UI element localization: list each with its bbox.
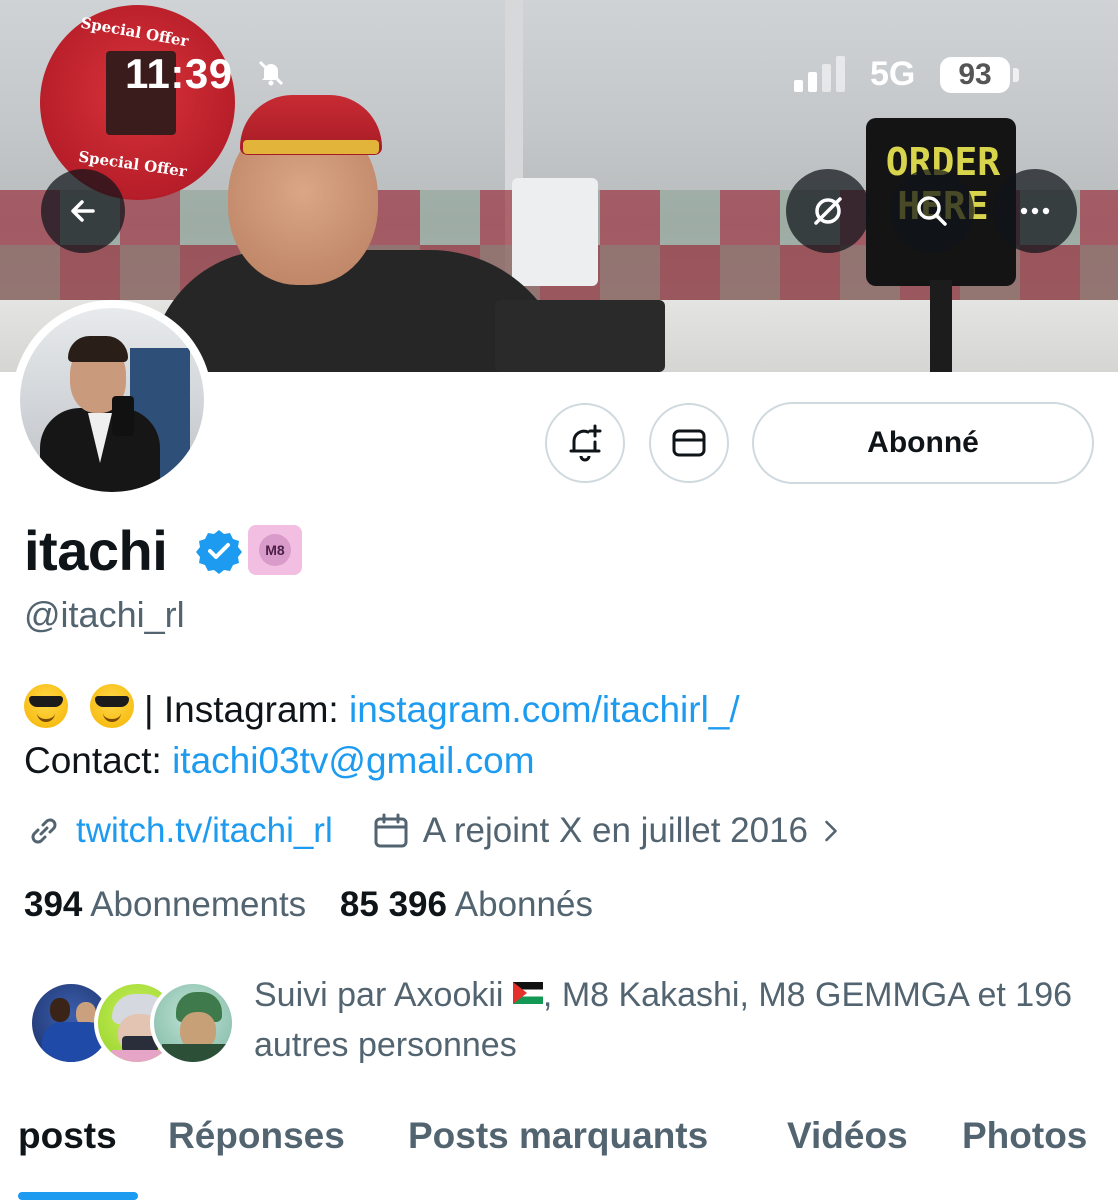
notifications-button[interactable] — [545, 403, 625, 483]
followers-count: 85 396 — [339, 885, 447, 924]
profile-tabs: posts Réponses Posts marquants Vidéos Ph… — [0, 1115, 1118, 1175]
instagram-link[interactable]: instagram.com/itachirl_/ — [349, 689, 740, 730]
tab-photos[interactable]: Photos — [962, 1115, 1087, 1157]
tab-videos[interactable]: Vidéos — [787, 1115, 908, 1157]
banner-cap-band — [243, 140, 379, 154]
more-button[interactable] — [993, 169, 1077, 253]
search-button[interactable] — [890, 169, 974, 253]
joined-date[interactable]: A rejoint X en juillet 2016 — [423, 811, 808, 851]
banner-pole — [930, 280, 952, 372]
banner-dispenser — [512, 178, 598, 286]
link-icon — [31, 818, 57, 844]
website-link[interactable]: twitch.tv/itachi_rl — [76, 811, 333, 851]
banner-register — [495, 300, 665, 372]
bell-plus-icon — [569, 424, 602, 462]
more-icon — [1020, 207, 1050, 215]
search-icon — [917, 196, 947, 226]
palestine-flag-icon — [512, 982, 543, 1004]
followers-link[interactable]: 85 396 Abonnés — [340, 885, 593, 924]
active-tab-indicator — [18, 1192, 138, 1200]
email-link[interactable]: itachi03tv@gmail.com — [172, 740, 534, 781]
sunglasses-emoji — [24, 684, 68, 728]
tab-highlights[interactable]: Posts marquants — [408, 1115, 708, 1157]
follow-counts: 394 Abonnements 85 396 Abonnés — [24, 885, 593, 925]
back-button[interactable] — [41, 169, 125, 253]
verified-badge-icon — [196, 530, 242, 574]
followed-by-prefix: Suivi par Axookii — [254, 976, 504, 1014]
message-button[interactable] — [649, 403, 729, 483]
chevron-right-icon[interactable] — [816, 816, 846, 846]
avatar-phone — [112, 396, 134, 436]
display-name: itachi — [24, 519, 168, 582]
bio-instagram-prefix: | Instagram: — [144, 689, 349, 730]
battery-indicator: 93 — [940, 57, 1010, 93]
followed-by-text[interactable]: Suivi par Axookii , M8 Kakashi, M8 GEMMG… — [254, 970, 1094, 1070]
status-time: 11:39 — [125, 50, 233, 97]
avatar-hair — [68, 336, 128, 362]
sunglasses-emoji — [90, 684, 134, 728]
profile-avatar[interactable] — [12, 300, 212, 500]
profile-handle: @itachi_rl — [24, 594, 185, 635]
following-count: 394 — [24, 885, 83, 924]
bio-line-1: | Instagram: instagram.com/itachirl_/ — [24, 684, 740, 731]
tab-replies[interactable]: Réponses — [168, 1115, 345, 1157]
sign-text-top: Special Offer — [79, 13, 190, 51]
affiliate-badge[interactable]: M8 — [248, 525, 302, 575]
network-label: 5G — [870, 55, 916, 93]
affiliate-badge-label: M8 — [259, 534, 291, 566]
following-button[interactable]: Abonné — [752, 402, 1094, 484]
signal-icon — [794, 56, 845, 92]
avatar-photo — [20, 308, 204, 492]
grok-icon — [814, 197, 842, 225]
grok-button[interactable] — [786, 169, 870, 253]
tab-posts[interactable]: posts — [18, 1115, 117, 1157]
envelope-icon — [672, 429, 706, 457]
profile-meta: twitch.tv/itachi_rl A rejoint X en juill… — [24, 806, 858, 856]
battery-tip — [1013, 68, 1019, 82]
following-label: Abonnements — [90, 885, 307, 924]
followers-label: Abonnés — [454, 885, 593, 924]
bio-line-2: Contact: itachi03tv@gmail.com — [24, 740, 535, 782]
bio-contact-prefix: Contact: — [24, 740, 173, 781]
back-arrow-icon — [71, 200, 95, 222]
following-link[interactable]: 394 Abonnements — [24, 885, 306, 924]
follower-avatar-3[interactable] — [150, 980, 236, 1066]
bell-slash-icon — [258, 60, 284, 86]
calendar-icon — [374, 813, 408, 848]
